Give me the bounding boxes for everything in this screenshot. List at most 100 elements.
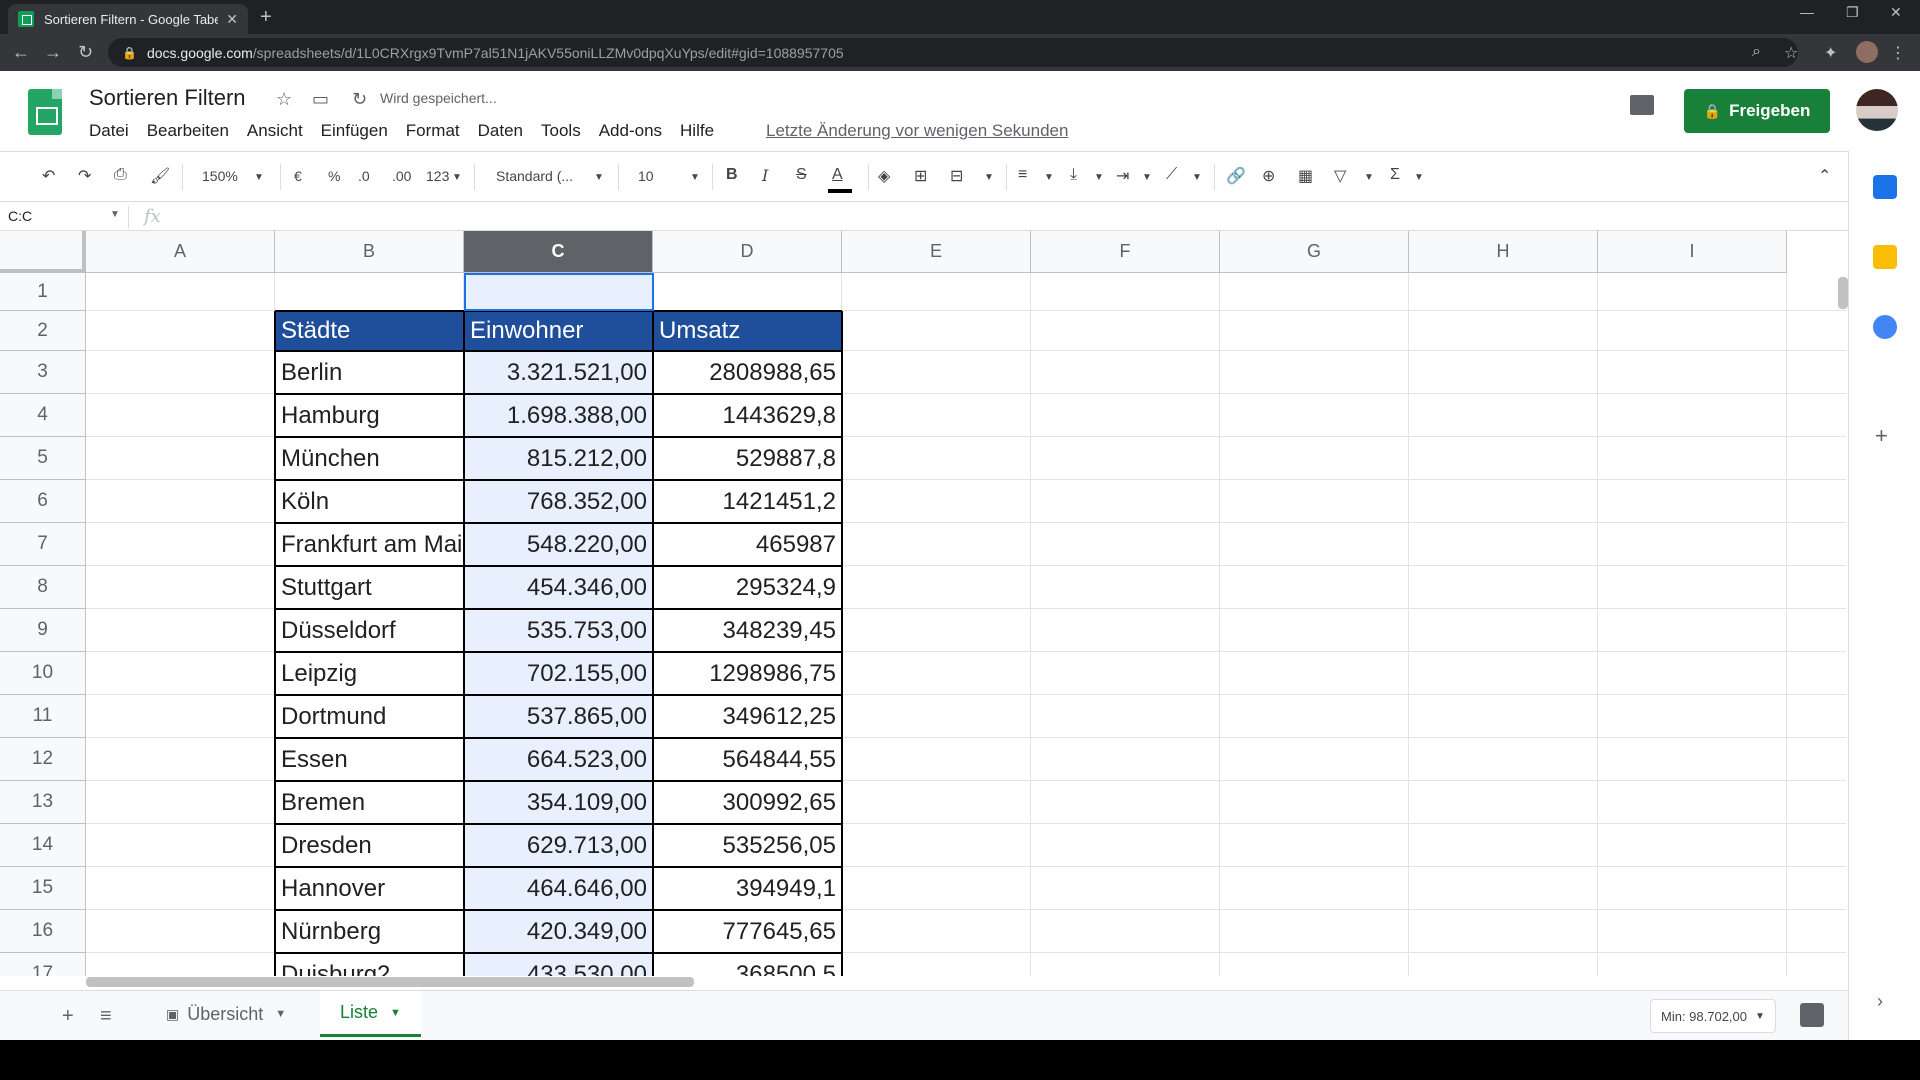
chevron-down-icon[interactable]: ▼ bbox=[390, 1007, 401, 1019]
table-cell[interactable]: 2808988,65 bbox=[653, 351, 842, 394]
table-header-cell[interactable]: Städte bbox=[275, 311, 464, 351]
table-cell[interactable]: 537.865,00 bbox=[464, 695, 653, 738]
row-header-4[interactable]: 4 bbox=[0, 394, 86, 437]
table-cell[interactable]: 1421451,2 bbox=[653, 480, 842, 523]
row-header-14[interactable]: 14 bbox=[0, 824, 86, 867]
row-header-1[interactable]: 1 bbox=[0, 273, 86, 311]
table-cell[interactable]: 1298986,75 bbox=[653, 652, 842, 695]
row-header-3[interactable]: 3 bbox=[0, 351, 86, 394]
tasks-icon[interactable] bbox=[1873, 315, 1897, 339]
fill-color-icon[interactable]: ◈ bbox=[878, 166, 890, 186]
row-header-2[interactable]: 2 bbox=[0, 311, 86, 351]
back-icon[interactable]: ← bbox=[12, 42, 30, 63]
zoom-icon[interactable]: ⌕ bbox=[1752, 43, 1761, 61]
row-header-9[interactable]: 9 bbox=[0, 609, 86, 652]
table-cell[interactable]: 815.212,00 bbox=[464, 437, 653, 480]
table-cell[interactable]: 768.352,00 bbox=[464, 480, 653, 523]
row-header-17[interactable]: 17 bbox=[0, 953, 86, 976]
column-header-h[interactable]: H bbox=[1409, 231, 1598, 273]
table-cell[interactable]: 1443629,8 bbox=[653, 394, 842, 437]
column-header-c[interactable]: C bbox=[464, 231, 653, 273]
table-cell[interactable]: 433.530,00 bbox=[464, 953, 653, 977]
table-cell[interactable]: München bbox=[275, 437, 464, 480]
more-formats-button[interactable]: 123 bbox=[426, 168, 449, 184]
font-select[interactable]: Standard (... bbox=[496, 168, 573, 184]
selection-summary[interactable]: Min: 98.702,00 ▼ bbox=[1650, 999, 1776, 1033]
forward-icon[interactable]: → bbox=[44, 42, 62, 63]
vertical-scrollbar[interactable] bbox=[1838, 277, 1848, 309]
insert-comment-icon[interactable]: ⊕ bbox=[1262, 166, 1275, 186]
table-cell[interactable]: 664.523,00 bbox=[464, 738, 653, 781]
table-cell[interactable]: 702.155,00 bbox=[464, 652, 653, 695]
text-rotation-icon[interactable]: ⟋ bbox=[1166, 166, 1177, 184]
table-cell[interactable]: 564844,55 bbox=[653, 738, 842, 781]
table-cell[interactable]: 394949,1 bbox=[653, 867, 842, 910]
all-sheets-icon[interactable]: ≡ bbox=[100, 1005, 112, 1028]
table-cell[interactable]: Köln bbox=[275, 480, 464, 523]
new-tab-icon[interactable]: + bbox=[260, 6, 272, 29]
zoom-select[interactable]: 150% bbox=[202, 168, 238, 184]
table-cell[interactable]: 454.346,00 bbox=[464, 566, 653, 609]
reload-icon[interactable]: ↻ bbox=[78, 42, 93, 63]
filter-icon[interactable]: ▽ bbox=[1334, 166, 1346, 186]
table-cell[interactable]: Nürnberg bbox=[275, 910, 464, 953]
table-cell[interactable]: Dresden bbox=[275, 824, 464, 867]
redo-icon[interactable]: ↷ bbox=[78, 166, 91, 186]
sheet-tab-uebersicht[interactable]: ▣ Übersicht ▼ bbox=[146, 991, 306, 1037]
table-cell[interactable]: Berlin bbox=[275, 351, 464, 394]
menu-hilfe[interactable]: Hilfe bbox=[680, 121, 714, 141]
menu-bearbeiten[interactable]: Bearbeiten bbox=[147, 121, 229, 141]
merge-cells-icon[interactable]: ⊟ bbox=[950, 166, 963, 186]
horizontal-scrollbar[interactable] bbox=[86, 977, 694, 987]
table-cell[interactable]: 300992,65 bbox=[653, 781, 842, 824]
column-header-d[interactable]: D bbox=[653, 231, 842, 273]
table-cell[interactable]: 529887,8 bbox=[653, 437, 842, 480]
table-cell[interactable]: Düsseldorf bbox=[275, 609, 464, 652]
decrease-decimal-button[interactable]: .0 bbox=[358, 168, 370, 184]
move-folder-icon[interactable]: ▭ bbox=[312, 89, 329, 110]
restore-icon[interactable]: ❐ bbox=[1846, 4, 1859, 21]
functions-button[interactable]: Σ bbox=[1390, 166, 1400, 184]
menu-addons[interactable]: Add-ons bbox=[599, 121, 662, 141]
paint-format-icon[interactable]: 🖌 bbox=[150, 166, 170, 186]
document-title[interactable]: Sortieren Filtern bbox=[89, 85, 246, 111]
horizontal-align-icon[interactable]: ≡ bbox=[1018, 166, 1027, 184]
increase-decimal-button[interactable]: .00 bbox=[392, 168, 411, 184]
add-sheet-icon[interactable]: + bbox=[62, 1005, 74, 1028]
table-cell[interactable]: 3.321.521,00 bbox=[464, 351, 653, 394]
font-size-select[interactable]: 10 bbox=[638, 168, 654, 184]
column-header-g[interactable]: G bbox=[1220, 231, 1409, 273]
extensions-icon[interactable]: ✦ bbox=[1824, 43, 1837, 63]
table-cell[interactable]: 629.713,00 bbox=[464, 824, 653, 867]
add-addon-icon[interactable]: + bbox=[1875, 423, 1888, 449]
table-cell[interactable]: 368500,5 bbox=[653, 953, 842, 977]
table-header-cell[interactable]: Einwohner bbox=[464, 311, 653, 351]
menu-format[interactable]: Format bbox=[406, 121, 460, 141]
row-header-5[interactable]: 5 bbox=[0, 437, 86, 480]
insert-link-icon[interactable]: 🔗 bbox=[1226, 166, 1246, 186]
close-window-icon[interactable]: ✕ bbox=[1890, 4, 1902, 21]
spreadsheet-grid[interactable]: A B C D E F G H I 1 2 3 4 5 6 7 8 9 10 11 12 13 14 15 16 17 Städte… bbox=[0, 231, 1848, 976]
table-cell[interactable]: Essen bbox=[275, 738, 464, 781]
table-header-cell[interactable]: Umsatz bbox=[653, 311, 842, 351]
browser-menu-icon[interactable]: ⋮ bbox=[1890, 43, 1906, 63]
row-header-7[interactable]: 7 bbox=[0, 523, 86, 566]
name-box[interactable]: C:C bbox=[8, 208, 32, 224]
text-wrapping-icon[interactable]: ⇥ bbox=[1116, 166, 1129, 186]
row-header-13[interactable]: 13 bbox=[0, 781, 86, 824]
expand-panel-icon[interactable]: › bbox=[1877, 991, 1883, 1012]
table-cell[interactable]: Hannover bbox=[275, 867, 464, 910]
menu-daten[interactable]: Daten bbox=[478, 121, 523, 141]
table-cell[interactable]: Duisburg2 bbox=[275, 953, 464, 977]
collapse-menus-icon[interactable]: ⌃ bbox=[1818, 166, 1831, 186]
sheets-logo-icon[interactable] bbox=[28, 89, 62, 135]
chevron-down-icon[interactable]: ▼ bbox=[275, 1008, 286, 1020]
table-cell[interactable]: Leipzig bbox=[275, 652, 464, 695]
menu-einfuegen[interactable]: Einfügen bbox=[321, 121, 388, 141]
table-cell[interactable]: 777645,65 bbox=[653, 910, 842, 953]
undo-icon[interactable]: ↶ bbox=[42, 166, 55, 186]
menu-tools[interactable]: Tools bbox=[541, 121, 581, 141]
table-cell[interactable]: 465987 bbox=[653, 523, 842, 566]
select-all-corner[interactable] bbox=[0, 231, 86, 273]
row-header-16[interactable]: 16 bbox=[0, 910, 86, 953]
